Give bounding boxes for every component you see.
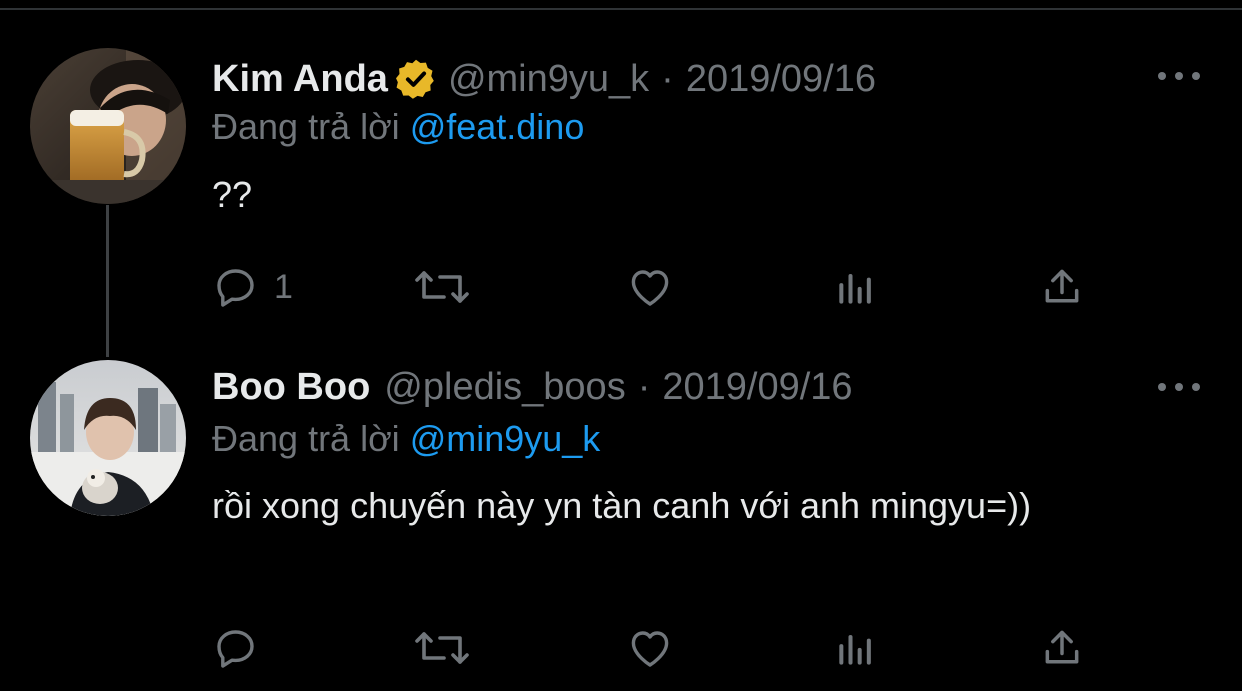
replying-to-label: Đang trả lời	[212, 106, 400, 147]
display-name[interactable]: Kim Anda	[212, 58, 388, 101]
user-handle[interactable]: @pledis_boos	[384, 366, 625, 409]
views-icon	[839, 273, 871, 304]
more-dot	[1158, 72, 1166, 80]
like-button[interactable]	[626, 623, 674, 673]
reply-button[interactable]: 1	[212, 262, 293, 312]
tweet-header: Kim Anda @min9yu_k · 2019/09/16	[212, 54, 876, 104]
more-dot	[1192, 72, 1200, 80]
reply-mention-link[interactable]: @feat.dino	[410, 106, 585, 147]
retweet-icon	[415, 632, 469, 664]
replying-to-label: Đang trả lời	[212, 418, 400, 459]
avatar-image	[30, 360, 186, 516]
avatar-image	[30, 48, 186, 204]
like-icon	[631, 270, 669, 306]
views-icon	[839, 634, 871, 665]
replying-to: Đang trả lời @feat.dino	[212, 106, 584, 148]
reply-mention-link[interactable]: @min9yu_k	[410, 418, 601, 459]
retweet-icon	[415, 271, 469, 303]
tweet-date[interactable]: 2019/09/16	[686, 58, 876, 101]
reply-button[interactable]	[212, 623, 274, 673]
more-icon[interactable]	[1158, 372, 1200, 402]
tweet[interactable]: Kim Anda @min9yu_k · 2019/09/16 Đang trả…	[0, 0, 1242, 340]
views-button[interactable]	[834, 623, 878, 673]
separator-dot: ·	[661, 57, 674, 100]
retweet-button[interactable]	[412, 262, 472, 312]
avatar[interactable]	[30, 360, 186, 516]
reply-icon	[217, 269, 254, 307]
more-dot	[1158, 383, 1166, 391]
avatar[interactable]	[30, 48, 186, 204]
tweet-actions	[0, 623, 1242, 673]
tweet-actions: 1	[0, 262, 1242, 312]
like-button[interactable]	[626, 262, 674, 312]
views-button[interactable]	[834, 262, 878, 312]
more-dot	[1192, 383, 1200, 391]
more-icon[interactable]	[1158, 61, 1200, 91]
share-button[interactable]	[1040, 262, 1084, 312]
reply-count: 1	[274, 267, 293, 306]
display-name[interactable]: Boo Boo	[212, 366, 370, 409]
tweet-header: Boo Boo @pledis_boos · 2019/09/16	[212, 362, 853, 412]
replying-to: Đang trả lời @min9yu_k	[212, 418, 600, 460]
tweet[interactable]: Boo Boo @pledis_boos · 2019/09/16 Đang t…	[0, 340, 1242, 691]
tweet-date[interactable]: 2019/09/16	[662, 366, 852, 409]
retweet-button[interactable]	[412, 623, 472, 673]
reply-icon	[217, 630, 254, 668]
tweet-text: ??	[212, 174, 253, 215]
share-button[interactable]	[1040, 623, 1084, 673]
share-icon	[1045, 269, 1079, 303]
verified-badge-icon	[395, 59, 434, 99]
more-dot	[1175, 72, 1183, 80]
more-dot	[1175, 383, 1183, 391]
user-handle[interactable]: @min9yu_k	[448, 58, 649, 101]
share-icon	[1045, 630, 1079, 664]
tweet-text: rồi xong chuyến này yn tàn canh với anh …	[212, 485, 1032, 526]
separator-dot: ·	[637, 365, 651, 408]
like-icon	[631, 631, 669, 667]
